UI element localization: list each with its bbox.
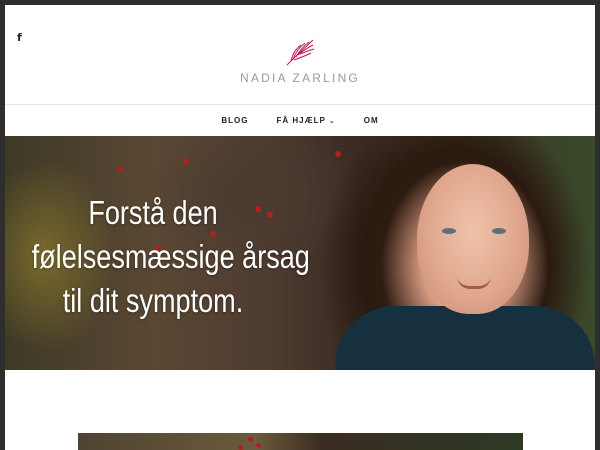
nav-item-om[interactable]: OM [350, 116, 393, 125]
hero-banner: Forstå den følelsesmæssige årsag til dit… [5, 136, 595, 370]
nav-item-label: FÅ HJÆLP [276, 116, 326, 125]
content-thumbnail[interactable] [78, 433, 523, 450]
hero-photo-shirt [335, 306, 595, 370]
hero-headline: Forstå den følelsesmæssige årsag til dit… [31, 191, 310, 323]
hero-headline-line: Forstå den [88, 194, 218, 231]
logo-text: NADIA ZARLING [240, 71, 360, 85]
nav-item-label: BLOG [221, 116, 249, 125]
chevron-down-icon: ⌄ [328, 117, 336, 125]
hero-headline-line: til dit symptom. [62, 282, 244, 319]
hero-photo-face [417, 164, 529, 314]
site-logo[interactable]: NADIA ZARLING [5, 37, 595, 85]
nav-item-faa-hjaelp[interactable]: FÅ HJÆLP ⌄ [263, 116, 350, 125]
hero-headline-line: følelsesmæssige årsag [31, 238, 310, 275]
nav-item-blog[interactable]: BLOG [207, 116, 262, 125]
site-header: f NADIA ZARLING [5, 5, 595, 104]
main-nav: BLOG FÅ HJÆLP ⌄ OM [5, 104, 595, 137]
feather-logo-icon [286, 39, 315, 66]
page: f NADIA ZARLING BLOG FÅ HJÆLP ⌄ OM Forst… [5, 5, 595, 450]
nav-item-label: OM [363, 116, 379, 125]
